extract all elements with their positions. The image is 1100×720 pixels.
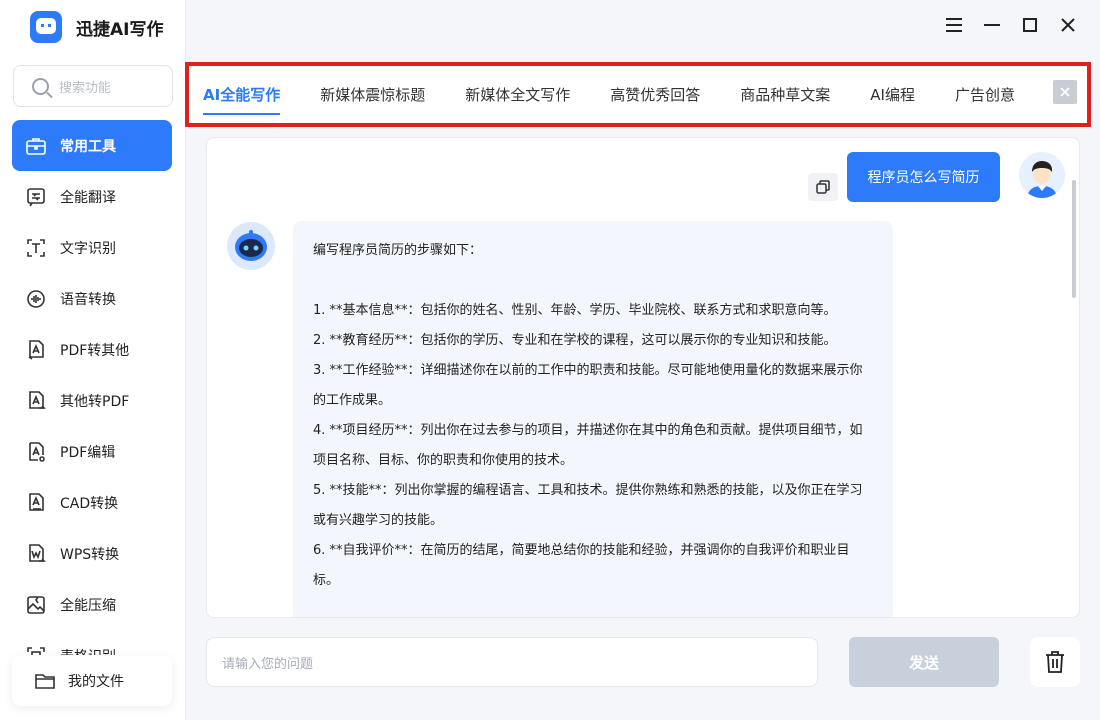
to-pdf-icon (25, 390, 47, 412)
question-input[interactable]: 请输入您的问题 (206, 637, 818, 687)
chat-scrollbar[interactable] (1072, 180, 1076, 298)
robot-icon (227, 222, 275, 270)
app-title: 迅捷AI写作 (76, 19, 164, 40)
sidebar-item-translate[interactable]: 全能翻译 (12, 171, 172, 222)
voice-icon (25, 288, 47, 310)
my-files-button[interactable]: 我的文件 (12, 656, 172, 706)
maximize-icon (1023, 18, 1037, 32)
tab-close-button[interactable] (1053, 80, 1077, 104)
chat-panel: 程序员怎么写简历 编写程序员简历的步骤如下： 1. **基本信息**：包括你的姓… (206, 137, 1080, 618)
sidebar-item-label: PDF转其他 (60, 342, 130, 359)
minimize-button[interactable] (984, 12, 1000, 38)
pdf-edit-icon (25, 441, 47, 463)
sidebar-item-pdf-edit[interactable]: PDF编辑 (12, 426, 172, 477)
minimize-icon (984, 24, 1000, 26)
sidebar-item-table-ocr[interactable]: 表格识别 (12, 630, 172, 655)
sidebar-item-label: CAD转换 (60, 495, 119, 512)
sidebar-nav-scroll[interactable]: 常用工具 全能翻译 文字识别 语音转换 PDF转其他 其他转PDF PDF编辑 … (0, 120, 186, 655)
brand: 迅捷AI写作 (30, 10, 163, 44)
sidebar-item-common-tools[interactable]: 常用工具 (12, 120, 172, 171)
tab-top-answers[interactable]: 高赞优秀回答 (610, 66, 700, 123)
wps-icon (25, 543, 47, 565)
sidebar-item-cad[interactable]: CAD转换 (12, 477, 172, 528)
sidebar-item-label: 其他转PDF (60, 393, 130, 410)
hamburger-icon (946, 18, 962, 32)
sidebar-item-label: 全能压缩 (60, 597, 116, 614)
app-logo-icon (30, 11, 62, 43)
bot-line: 2. **教育经历**：包括你的学历、专业和在学校的课程，这可以展示你的专业知识… (313, 333, 837, 348)
tab-list: AI全能写作 新媒体震惊标题 新媒体全文写作 高赞优秀回答 商品种草文案 AI编… (203, 66, 1055, 123)
sidebar-item-label: 常用工具 (60, 138, 116, 155)
translate-icon (25, 186, 47, 208)
user-avatar-icon (1019, 152, 1065, 198)
compress-icon (25, 594, 47, 616)
sidebar-item-other-to-pdf[interactable]: 其他转PDF (12, 375, 172, 426)
sidebar-item-pdf-to-other[interactable]: PDF转其他 (12, 324, 172, 375)
sidebar-item-label: 全能翻译 (60, 189, 116, 206)
sidebar-item-voice[interactable]: 语音转换 (12, 273, 172, 324)
sidebar-item-label: 语音转换 (60, 291, 116, 308)
tab-ai-coding[interactable]: AI编程 (870, 66, 915, 123)
copy-button[interactable] (808, 173, 838, 201)
tab-media-headline[interactable]: 新媒体震惊标题 (320, 66, 425, 123)
clear-button[interactable] (1030, 637, 1080, 687)
bot-avatar (227, 222, 275, 270)
tab-product-copy[interactable]: 商品种草文案 (740, 66, 830, 123)
bot-message: 编写程序员简历的步骤如下： 1. **基本信息**：包括你的姓名、性别、年龄、学… (293, 221, 893, 617)
folder-icon (34, 670, 56, 692)
my-files-label: 我的文件 (68, 674, 124, 690)
trash-icon (1046, 651, 1064, 673)
sidebar-item-ocr[interactable]: 文字识别 (12, 222, 172, 273)
user-avatar (1019, 152, 1065, 198)
search-icon (32, 77, 49, 95)
bot-line: 5. **技能**：列出你掌握的编程语言、工具和技术。提供你熟练和熟悉的技能，以… (313, 483, 863, 528)
search-placeholder: 搜索功能 (59, 80, 112, 96)
maximize-button[interactable] (1022, 12, 1038, 38)
table-recognition-icon (25, 645, 47, 655)
text-recognition-icon (25, 237, 47, 259)
sidebar-item-label: WPS转换 (60, 546, 120, 563)
tab-bar: AI全能写作 新媒体震惊标题 新媒体全文写作 高赞优秀回答 商品种草文案 AI编… (185, 62, 1091, 127)
toolbox-icon (25, 135, 47, 157)
sidebar: 迅捷AI写作 搜索功能 常用工具 全能翻译 文字识别 语音转换 PDF转其他 其… (0, 0, 186, 720)
sidebar-item-compress[interactable]: 全能压缩 (12, 579, 172, 630)
sidebar-item-label: PDF编辑 (60, 444, 116, 461)
send-button[interactable]: 发送 (849, 637, 999, 687)
sidebar-item-label: 表格识别 (60, 646, 116, 656)
menu-button[interactable] (946, 12, 962, 38)
sidebar-item-wps[interactable]: WPS转换 (12, 528, 172, 579)
copy-icon (816, 180, 830, 194)
close-icon (1060, 87, 1070, 97)
bot-line: 4. **项目经历**：列出你在过去参与的项目，并描述你在其中的角色和贡献。提供… (313, 423, 863, 468)
question-placeholder: 请输入您的问题 (222, 656, 314, 672)
close-window-button[interactable] (1060, 12, 1076, 38)
bot-line: 3. **工作经验**：详细描述你在以前的工作中的职责和技能。尽可能地使用量化的… (313, 363, 863, 408)
tab-ai-writing[interactable]: AI全能写作 (203, 66, 281, 123)
window-controls (946, 12, 1076, 38)
bot-intro: 编写程序员简历的步骤如下： (313, 243, 483, 258)
sidebar-nav: 常用工具 全能翻译 文字识别 语音转换 PDF转其他 其他转PDF PDF编辑 … (12, 120, 172, 655)
tab-ad-creative[interactable]: 广告创意 (955, 66, 1015, 123)
user-message: 程序员怎么写简历 (847, 152, 1000, 202)
bot-line: 1. **基本信息**：包括你的姓名、性别、年龄、学历、毕业院校、联系方式和求职… (313, 303, 837, 318)
tab-media-fulltext[interactable]: 新媒体全文写作 (465, 66, 570, 123)
search-input[interactable]: 搜索功能 (13, 65, 173, 107)
pdf-convert-icon (25, 339, 47, 361)
close-icon (1061, 18, 1075, 32)
sidebar-item-label: 文字识别 (60, 240, 116, 257)
bot-line: 6. **自我评价**：在简历的结尾，简要地总结你的技能和经验，并强调你的自我评… (313, 543, 850, 588)
cad-icon (25, 492, 47, 514)
